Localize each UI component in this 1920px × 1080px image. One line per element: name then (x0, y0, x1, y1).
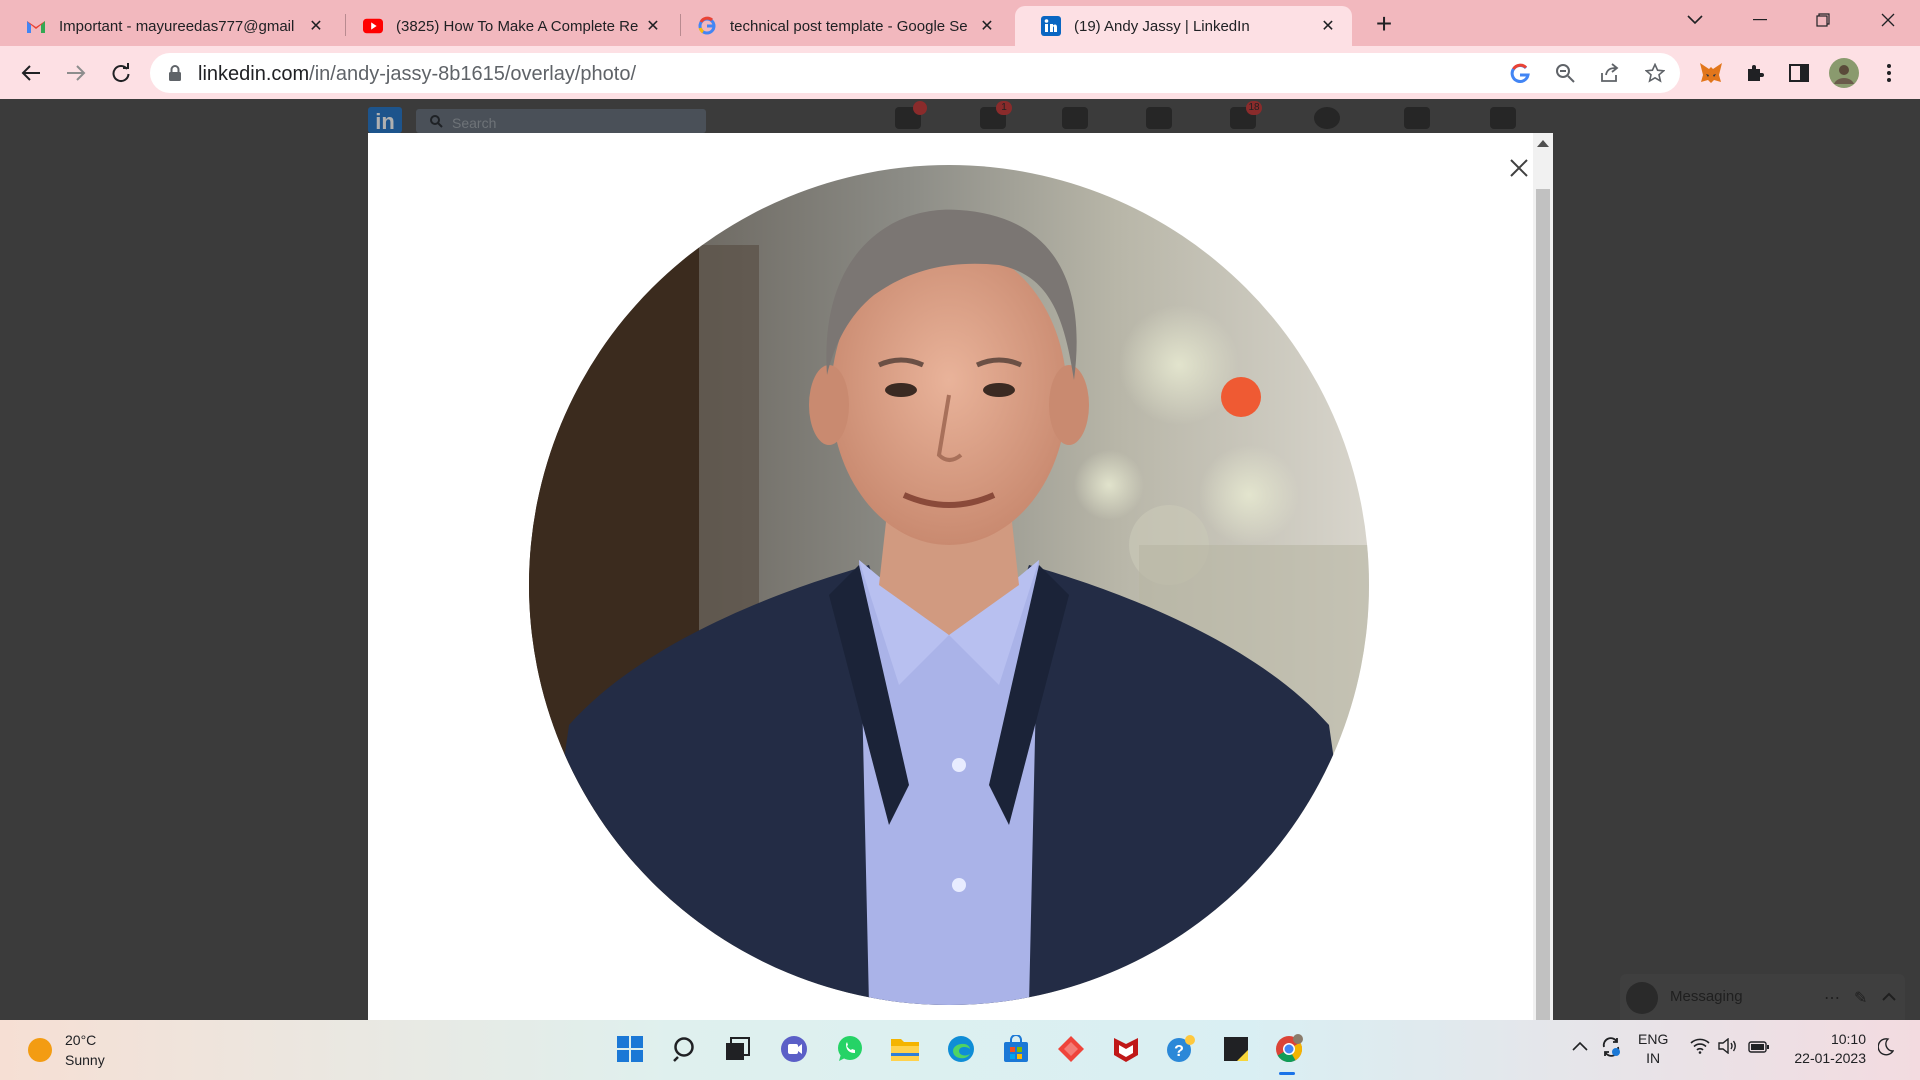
close-tab-icon[interactable]: ✕ (1318, 16, 1338, 36)
microsoft-store-icon[interactable] (999, 1032, 1033, 1066)
tab-strip: Important - mayureedas777@gmail ✕ (3825)… (0, 0, 1920, 46)
tray-overflow-chevron-icon[interactable] (1572, 1038, 1588, 1055)
mcafee-icon[interactable] (1109, 1032, 1143, 1066)
edge-browser-icon[interactable] (944, 1032, 978, 1066)
messaging-bar[interactable]: Messaging ⋯ ✎ (1620, 974, 1905, 1020)
clock-time: 10:10 (1830, 1031, 1866, 1047)
linkedin-messaging-icon[interactable] (1146, 107, 1172, 129)
linkedin-me-avatar[interactable] (1314, 107, 1340, 129)
close-tab-icon[interactable]: ✕ (306, 16, 326, 36)
youtube-icon (363, 16, 383, 36)
linkedin-nav: in Search 1 18 (0, 99, 1920, 134)
search-icon (430, 115, 443, 128)
weather-condition[interactable]: Sunny (65, 1052, 105, 1068)
profile-avatar[interactable] (1829, 58, 1859, 88)
linkedin-icon (1041, 16, 1061, 36)
windows-taskbar: 20°C Sunny ? ENG IN 10:10 22-01-2023 (0, 1020, 1920, 1080)
battery-icon[interactable] (1748, 1040, 1770, 1057)
linkedin-work-grid-icon[interactable] (1404, 107, 1430, 129)
tab-google[interactable]: technical post template - Google Se ✕ (671, 6, 1011, 46)
task-view-icon[interactable] (721, 1032, 755, 1066)
focus-moon-icon[interactable] (1877, 1038, 1895, 1060)
network-badge: 1 (996, 101, 1012, 115)
scroll-up-arrow-icon[interactable] (1537, 140, 1549, 147)
tab-title: technical post template - Google Se (730, 17, 968, 35)
new-tab-button[interactable]: + (1370, 8, 1398, 39)
tab-title: (3825) How To Make A Complete Re (396, 17, 639, 35)
clock-date: 22-01-2023 (1794, 1050, 1866, 1066)
url-path: /in/andy-jassy-8b1615/overlay/photo/ (309, 63, 637, 85)
photo-modal (368, 133, 1553, 1020)
weather-temperature[interactable]: 20°C (65, 1032, 96, 1048)
browser-toolbar: linkedin.com/in/andy-jassy-8b1615/overla… (0, 46, 1920, 99)
gmail-icon (26, 16, 46, 36)
start-windows-icon[interactable] (613, 1032, 647, 1066)
close-window-button[interactable] (1865, 6, 1911, 34)
help-icon[interactable]: ? (1164, 1032, 1198, 1066)
tab-title: Important - mayureedas777@gmail (59, 17, 295, 35)
url-host: linkedin.com (198, 63, 310, 85)
url-text: linkedin.com/in/andy-jassy-8b1615/overla… (198, 63, 636, 86)
close-tab-icon[interactable]: ✕ (643, 16, 663, 36)
search-placeholder: Search (452, 115, 497, 131)
weather-sun-icon[interactable] (28, 1038, 52, 1062)
messaging-label: Messaging (1670, 988, 1743, 1005)
chrome-active-indicator (1279, 1072, 1295, 1075)
share-icon[interactable] (1598, 61, 1622, 85)
reload-button[interactable] (106, 58, 136, 88)
extensions-puzzle-icon[interactable] (1740, 58, 1770, 88)
linkedin-logo[interactable]: in (368, 107, 402, 134)
chrome-icon[interactable] (1272, 1032, 1306, 1066)
svg-text:?: ? (1174, 1043, 1184, 1060)
system-clock[interactable]: 10:10 22-01-2023 (1786, 1030, 1866, 1068)
chrome-menu-icon[interactable] (1874, 58, 1904, 88)
messaging-avatar (1626, 982, 1658, 1014)
tab-title: (19) Andy Jassy | LinkedIn (1074, 17, 1250, 35)
close-tab-icon[interactable]: ✕ (977, 16, 997, 36)
tab-linkedin[interactable]: (19) Andy Jassy | LinkedIn ✕ (1015, 6, 1352, 46)
linkedin-notifications-icon[interactable]: 18 (1230, 101, 1262, 129)
linkedin-network-icon[interactable]: 1 (980, 101, 1012, 129)
teams-chat-icon[interactable] (777, 1032, 811, 1066)
scrollbar-thumb[interactable] (1536, 189, 1550, 1020)
address-bar[interactable]: linkedin.com/in/andy-jassy-8b1615/overla… (150, 53, 1680, 93)
tab-search-chevron-icon[interactable] (1672, 6, 1718, 34)
minimize-button[interactable] (1737, 6, 1783, 34)
compose-icon[interactable]: ✎ (1854, 988, 1867, 1008)
volume-icon[interactable] (1718, 1037, 1738, 1058)
home-badge (913, 101, 927, 115)
zoom-icon[interactable] (1553, 61, 1577, 85)
lang-line1: ENG (1638, 1031, 1669, 1047)
input-language-indicator[interactable]: ENG IN (1638, 1030, 1668, 1068)
sync-icon[interactable] (1600, 1036, 1622, 1062)
lock-icon[interactable] (168, 65, 182, 86)
linkedin-home-icon[interactable] (895, 101, 927, 129)
profile-photo (529, 165, 1369, 1005)
whatsapp-icon[interactable] (833, 1032, 867, 1066)
back-button[interactable] (16, 58, 46, 88)
wifi-icon[interactable] (1690, 1038, 1710, 1058)
more-options-icon[interactable]: ⋯ (1824, 988, 1840, 1008)
linkedin-search[interactable]: Search (416, 109, 706, 133)
lang-line2: IN (1646, 1050, 1661, 1066)
tab-gmail[interactable]: Important - mayureedas777@gmail ✕ (0, 6, 340, 46)
modal-scrollbar[interactable] (1533, 133, 1553, 1020)
file-explorer-icon[interactable] (888, 1032, 922, 1066)
bookmark-star-icon[interactable] (1643, 61, 1667, 85)
notifications-badge: 18 (1246, 101, 1262, 115)
sticky-notes-icon[interactable] (1219, 1032, 1253, 1066)
metamask-extension-icon[interactable] (1696, 58, 1726, 88)
close-icon[interactable] (1504, 153, 1534, 183)
restore-button[interactable] (1800, 6, 1846, 34)
tab-youtube[interactable]: (3825) How To Make A Complete Re ✕ (337, 6, 677, 46)
side-panel-icon[interactable] (1784, 58, 1814, 88)
forward-button[interactable] (61, 58, 91, 88)
search-icon[interactable] (669, 1032, 703, 1066)
google-lens-icon[interactable] (1508, 61, 1532, 85)
anydesk-icon[interactable] (1054, 1032, 1088, 1066)
google-icon (697, 16, 717, 36)
linkedin-jobs-icon[interactable] (1062, 107, 1088, 129)
chevron-up-icon[interactable] (1882, 988, 1896, 1006)
linkedin-advertise-icon[interactable] (1490, 107, 1516, 129)
